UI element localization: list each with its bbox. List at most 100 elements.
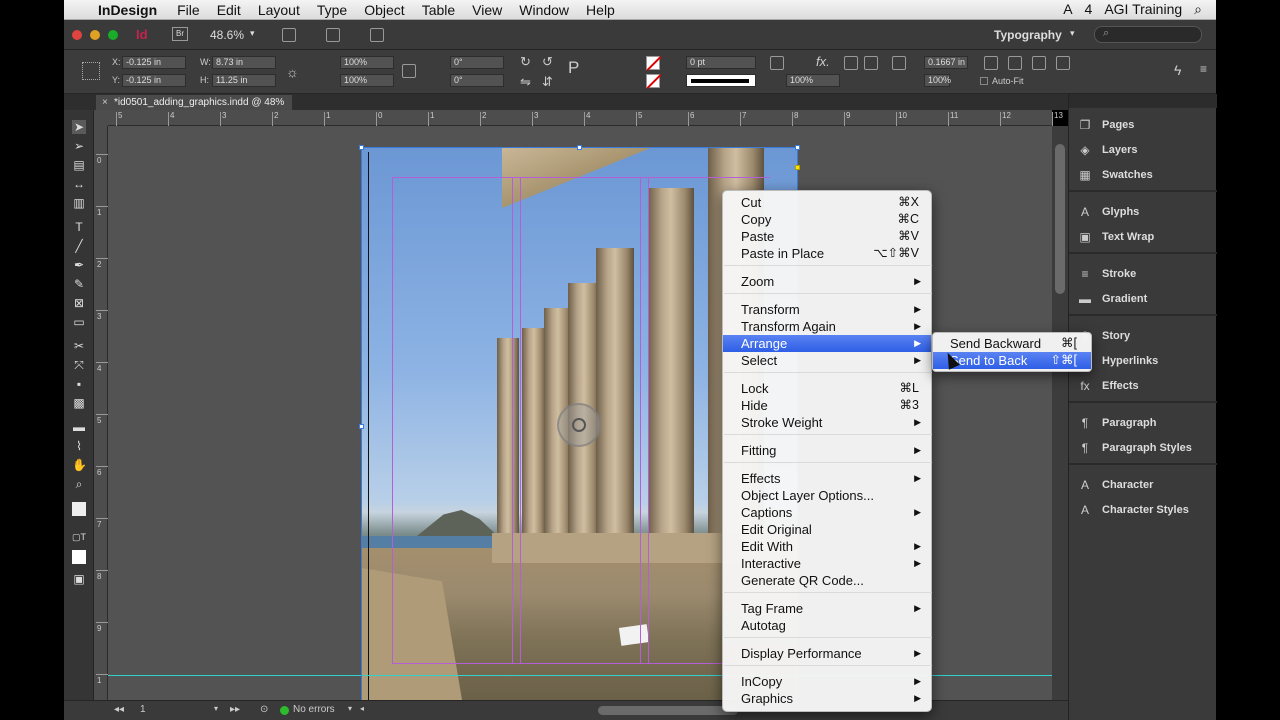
selection-p-icon[interactable]: P <box>568 58 579 78</box>
zoom-window-button[interactable] <box>108 30 118 40</box>
open-page-icon[interactable]: ⊙ <box>260 704 268 715</box>
submenu-item-send-backward[interactable]: Send Backward ⌘[ <box>933 335 1091 352</box>
hand-tool-icon[interactable]: ✋ <box>72 458 87 472</box>
first-page-icon[interactable]: ◂◂ <box>114 704 124 715</box>
menu-item-graphics[interactable]: Graphics ▶ <box>723 690 931 707</box>
gradient-tool-icon[interactable]: ▪ <box>72 377 86 391</box>
frame-handle[interactable] <box>795 145 800 150</box>
panel-swatches[interactable]: ▦ Swatches <box>1069 163 1217 188</box>
panel-stroke[interactable]: ≡ Stroke <box>1069 262 1217 287</box>
pen-tool-icon[interactable]: ✒ <box>72 258 86 272</box>
fitting-fit-icon[interactable] <box>1008 56 1022 70</box>
fitting-fill-icon[interactable] <box>984 56 998 70</box>
width-field[interactable]: 8.73 in <box>212 56 276 69</box>
help-search-input[interactable]: ⌕ <box>1094 26 1202 43</box>
frame-handle[interactable] <box>359 424 364 429</box>
app-menu[interactable]: InDesign <box>98 2 157 18</box>
arrange-documents-icon[interactable] <box>370 28 384 42</box>
menu-window[interactable]: Window <box>519 2 569 18</box>
adobe-icon[interactable]: A <box>1063 1 1072 18</box>
align-center-icon[interactable] <box>864 56 878 70</box>
ruler-origin[interactable] <box>94 110 108 126</box>
menu-edit[interactable]: Edit <box>217 2 241 18</box>
menu-item-autotag[interactable]: Autotag <box>723 617 931 634</box>
user-name[interactable]: AGI Training <box>1104 1 1182 18</box>
frame-handle[interactable] <box>577 145 582 150</box>
fitting-proportional-icon[interactable] <box>1056 56 1070 70</box>
vertical-scroll-thumb[interactable] <box>1055 144 1065 294</box>
panel-effects[interactable]: fx Effects <box>1069 374 1217 399</box>
fitting-center-icon[interactable] <box>1032 56 1046 70</box>
zoom-dropdown-icon[interactable]: ▾ <box>250 28 255 39</box>
menu-item-transform-again[interactable]: Transform Again ▶ <box>723 318 931 335</box>
bridge-button[interactable]: Br <box>172 27 188 41</box>
menu-item-copy[interactable]: Copy ⌘C <box>723 211 931 228</box>
panel-character-styles[interactable]: A Character Styles <box>1069 498 1217 523</box>
menu-item-interactive[interactable]: Interactive ▶ <box>723 555 931 572</box>
pencil-tool-icon[interactable]: ✎ <box>72 277 86 291</box>
align-left-icon[interactable] <box>844 56 858 70</box>
panel-menu-icon[interactable]: ≡ <box>1200 62 1207 76</box>
stroke-weight-field[interactable]: 0 pt <box>686 56 756 69</box>
workspace-switcher[interactable]: Typography <box>994 28 1062 42</box>
auto-fit-checkbox[interactable] <box>980 77 988 85</box>
panel-pages[interactable]: ❐ Pages <box>1069 113 1217 138</box>
menu-item-generate-qr-code[interactable]: Generate QR Code... <box>723 572 931 589</box>
menu-object[interactable]: Object <box>364 2 404 18</box>
menu-file[interactable]: File <box>177 2 200 18</box>
menu-item-arrange[interactable]: Arrange ▶ <box>723 335 931 352</box>
menu-item-cut[interactable]: Cut ⌘X <box>723 194 931 211</box>
selection-tool-icon[interactable]: ➤ <box>72 120 86 134</box>
fx-icon[interactable]: fx. <box>816 54 830 69</box>
formatting-affects-icon[interactable]: ▢T <box>72 530 86 544</box>
page-number-field[interactable]: 1 <box>140 704 146 715</box>
flip-vertical-icon[interactable]: ⇵ <box>542 74 553 90</box>
panel-paragraph-styles[interactable]: ¶ Paragraph Styles <box>1069 436 1217 461</box>
page-dropdown-icon[interactable]: ▾ <box>214 704 218 713</box>
panel-character[interactable]: A Character <box>1069 473 1217 498</box>
panel-layers[interactable]: ◈ Layers <box>1069 138 1217 163</box>
lightning-icon[interactable]: ϟ <box>1174 62 1181 78</box>
panel-glyphs[interactable]: A Glyphs <box>1069 200 1217 225</box>
view-options-icon[interactable] <box>282 28 296 42</box>
note-tool-icon[interactable]: ▬ <box>72 420 86 434</box>
free-transform-tool-icon[interactable]: ⤧ <box>72 358 86 372</box>
fill-swatch-none[interactable] <box>646 56 662 71</box>
horizontal-scroll-thumb[interactable] <box>598 706 738 715</box>
rotation-angle-field[interactable]: 0° <box>450 56 504 69</box>
panel-paragraph[interactable]: ¶ Paragraph <box>1069 411 1217 436</box>
vertical-ruler[interactable]: 012345678911 <box>94 126 108 700</box>
panel-dock-header[interactable] <box>1069 94 1217 108</box>
menu-help[interactable]: Help <box>586 2 615 18</box>
menu-item-zoom[interactable]: Zoom ▶ <box>723 273 931 290</box>
menu-item-paste-in-place[interactable]: Paste in Place ⌥⇧⌘V <box>723 245 931 262</box>
screen-mode-icon[interactable] <box>326 28 340 42</box>
preflight-status-text[interactable]: No errors <box>293 704 335 715</box>
horizontal-ruler[interactable]: 5432101234567891011121314 <box>108 110 1115 126</box>
zoom-tool-icon[interactable]: ⌕ <box>72 477 86 491</box>
vertical-scrollbar[interactable] <box>1052 126 1068 700</box>
content-grabber[interactable] <box>557 403 601 447</box>
rotate-90-ccw-icon[interactable]: ↺ <box>542 54 553 70</box>
close-tab-icon[interactable]: × <box>102 95 108 110</box>
stroke-type-dropdown[interactable] <box>686 74 756 87</box>
menu-item-fitting[interactable]: Fitting ▶ <box>723 442 931 459</box>
menu-item-edit-with[interactable]: Edit With ▶ <box>723 538 931 555</box>
y-position-field[interactable]: -0.125 in <box>122 74 186 87</box>
menu-item-effects[interactable]: Effects ▶ <box>723 470 931 487</box>
drop-shadow-icon[interactable] <box>770 56 784 70</box>
rectangle-tool-icon[interactable]: ▭ <box>72 315 86 329</box>
direct-selection-tool-icon[interactable]: ➢ <box>72 139 86 153</box>
scale-y-field[interactable]: 100% <box>340 74 394 87</box>
preflight-dropdown-icon[interactable]: ▾ <box>348 704 352 713</box>
menu-layout[interactable]: Layout <box>258 2 300 18</box>
rectangle-frame-tool-icon[interactable]: ⊠ <box>72 296 86 310</box>
spotlight-search-icon[interactable]: ⌕ <box>1194 1 1202 18</box>
menu-item-incopy[interactable]: InCopy ▶ <box>723 673 931 690</box>
flip-horizontal-icon[interactable]: ⇋ <box>520 74 531 90</box>
menu-item-hide[interactable]: Hide ⌘3 <box>723 397 931 414</box>
line-tool-icon[interactable]: ╱ <box>72 239 86 253</box>
eyedropper-tool-icon[interactable]: ⌇ <box>72 439 86 453</box>
menu-item-select[interactable]: Select ▶ <box>723 352 931 369</box>
screen-mode-tool-icon[interactable]: ▣ <box>72 572 86 586</box>
